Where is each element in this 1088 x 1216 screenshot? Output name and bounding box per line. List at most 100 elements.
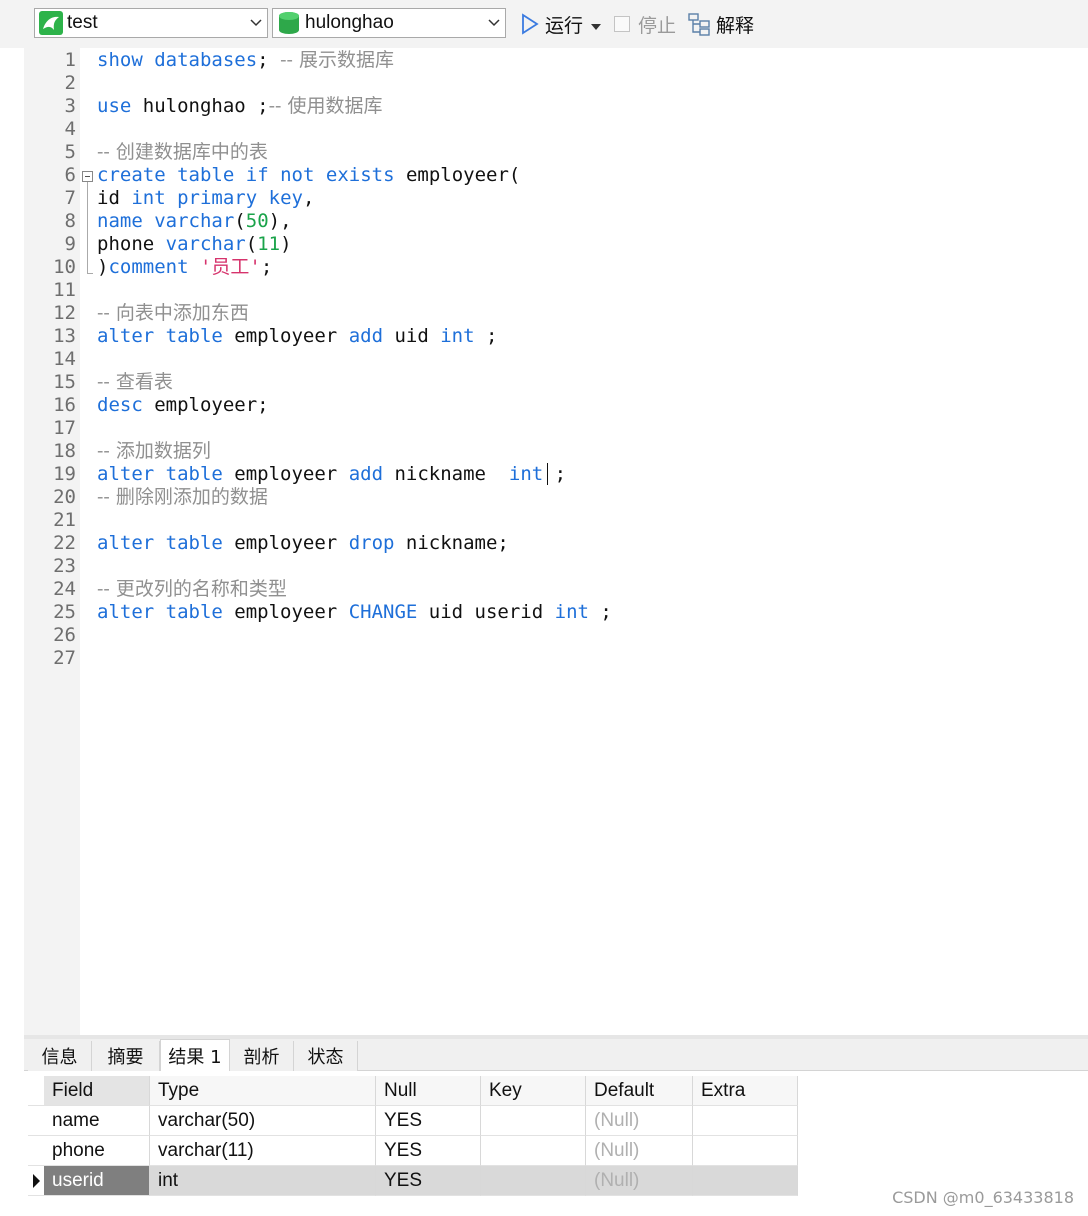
keyword-token: table — [165, 601, 223, 623]
cell-col-null[interactable]: YES — [376, 1166, 481, 1196]
line-number: 23 — [53, 555, 76, 577]
code-line[interactable]: 19 alter table employeer add nickname int… — [24, 463, 1088, 486]
cell-col-field[interactable]: name — [44, 1106, 150, 1136]
cell-col-field[interactable]: phone — [44, 1136, 150, 1166]
line-number: 20 — [53, 486, 76, 508]
code-line[interactable]: 17 — [24, 417, 1088, 440]
code-line[interactable]: 25 alter table employeer CHANGE uid useri… — [24, 601, 1088, 624]
cell-col-key[interactable] — [481, 1166, 586, 1196]
plain-token: ; — [474, 325, 498, 347]
code-line[interactable]: 18 -- 添加数据列 — [24, 440, 1088, 463]
run-dropdown-icon[interactable] — [591, 13, 602, 35]
cell-col-default[interactable]: (Null) — [586, 1136, 693, 1166]
code-line[interactable]: 9 phone varchar(11) — [24, 233, 1088, 256]
code-line[interactable]: 2 — [24, 72, 1088, 95]
tab-result-1[interactable]: 结果 1 — [160, 1039, 230, 1071]
code-line[interactable]: 7 id int primary key, — [24, 187, 1088, 210]
code-line[interactable]: 1 show databases; -- 展示数据库 — [24, 49, 1088, 72]
code-line[interactable]: 6 create table if not exists employeer( — [24, 164, 1088, 187]
keyword-token: if — [245, 164, 269, 186]
line-number: 18 — [53, 440, 76, 462]
cell-col-type[interactable]: int — [150, 1166, 376, 1196]
stop-button[interactable]: 停止 — [614, 10, 676, 38]
cell-col-null[interactable]: YES — [376, 1136, 481, 1166]
header-col-default[interactable]: Default — [586, 1076, 693, 1106]
line-number: 9 — [64, 233, 76, 255]
tab-profile[interactable]: 剖析 — [230, 1041, 294, 1071]
code-line[interactable]: 26 — [24, 624, 1088, 647]
code-line[interactable]: 12 -- 向表中添加东西 — [24, 302, 1088, 325]
explain-button[interactable]: 解释 — [688, 10, 754, 38]
code-line[interactable]: 20 -- 删除刚添加的数据 — [24, 486, 1088, 509]
plain-token: ), — [268, 210, 292, 232]
plain-token: employeer; — [142, 394, 269, 416]
header-col-type[interactable]: Type — [150, 1076, 376, 1106]
plain-token: ( — [245, 233, 258, 255]
cell-col-default[interactable]: (Null) — [586, 1166, 693, 1196]
current-row-arrow-icon — [33, 1174, 40, 1188]
cell-col-type[interactable]: varchar(11) — [150, 1136, 376, 1166]
code-line[interactable]: 21 — [24, 509, 1088, 532]
cell-col-extra[interactable] — [693, 1136, 798, 1166]
explain-label: 解释 — [716, 14, 755, 37]
plain-token: employeer — [222, 601, 349, 623]
code-line[interactable]: 5 -- 创建数据库中的表 — [24, 141, 1088, 164]
cell-col-default[interactable]: (Null) — [586, 1106, 693, 1136]
cell-col-field[interactable]: userid — [44, 1166, 150, 1196]
plain-token: nickname; — [394, 532, 509, 554]
text-cursor — [547, 463, 548, 485]
string-token: '员工' — [199, 256, 261, 278]
code-line[interactable]: 16 desc employeer; — [24, 394, 1088, 417]
code-line[interactable]: 10)comment '员工'; — [24, 256, 1088, 279]
cell-col-type[interactable]: varchar(50) — [150, 1106, 376, 1136]
code-line[interactable]: 13 alter table employeer add uid int ; — [24, 325, 1088, 348]
stop-label: 停止 — [638, 14, 677, 37]
number-token: 50 — [245, 210, 269, 232]
cell-col-key[interactable] — [481, 1106, 586, 1136]
code-line[interactable]: 3 use hulonghao ;-- 使用数据库 — [24, 95, 1088, 118]
line-number: 21 — [53, 509, 76, 531]
cell-col-extra[interactable] — [693, 1166, 798, 1196]
code-text: create table if not exists employeer( — [97, 164, 520, 187]
cell-col-extra[interactable] — [693, 1106, 798, 1136]
code-line[interactable]: 14 — [24, 348, 1088, 371]
code-text: alter table employeer drop nickname; — [97, 532, 509, 555]
plain-token: employeer — [222, 532, 349, 554]
fold-guide — [87, 182, 88, 273]
keyword-token: show — [97, 49, 143, 71]
header-col-extra[interactable]: Extra — [693, 1076, 798, 1106]
header-col-field[interactable]: Field — [44, 1076, 150, 1106]
code-text: use hulonghao ;-- 使用数据库 — [97, 95, 383, 118]
code-line[interactable]: 15 -- 查看表 — [24, 371, 1088, 394]
database-select[interactable]: hulonghao — [272, 8, 506, 38]
run-button[interactable]: 运行 — [520, 10, 602, 38]
tab-summary[interactable]: 摘要 — [92, 1041, 160, 1071]
keyword-token: name — [97, 210, 143, 232]
connection-select[interactable]: test — [34, 8, 268, 38]
keyword-token: table — [177, 164, 235, 186]
code-line[interactable]: 27 — [24, 647, 1088, 670]
row-indicator — [28, 1136, 44, 1166]
tab-status[interactable]: 状态 — [294, 1041, 358, 1071]
line-number: 8 — [64, 210, 76, 232]
code-line[interactable]: 8 name varchar(50), — [24, 210, 1088, 233]
sql-editor[interactable]: 1 show databases; -- 展示数据库 2 3 use hulonghao… — [24, 48, 1088, 1035]
cell-col-key[interactable] — [481, 1136, 586, 1166]
code-line[interactable]: 22 alter table employeer drop nickname; — [24, 532, 1088, 555]
fold-toggle-icon[interactable] — [82, 171, 93, 182]
header-col-null[interactable]: Null — [376, 1076, 481, 1106]
line-number: 1 — [64, 49, 76, 71]
keyword-token: int — [508, 463, 544, 485]
cell-col-null[interactable]: YES — [376, 1106, 481, 1136]
header-col-key[interactable]: Key — [481, 1076, 586, 1106]
code-line[interactable]: 23 — [24, 555, 1088, 578]
tab-info[interactable]: 信息 — [28, 1041, 92, 1071]
line-number: 5 — [64, 141, 76, 163]
code-line[interactable]: 4 — [24, 118, 1088, 141]
keyword-token: databases — [154, 49, 258, 71]
code-line[interactable]: 24 -- 更改列的名称和类型 — [24, 578, 1088, 601]
code-line[interactable]: 11 — [24, 279, 1088, 302]
plain-token: ; — [588, 601, 612, 623]
